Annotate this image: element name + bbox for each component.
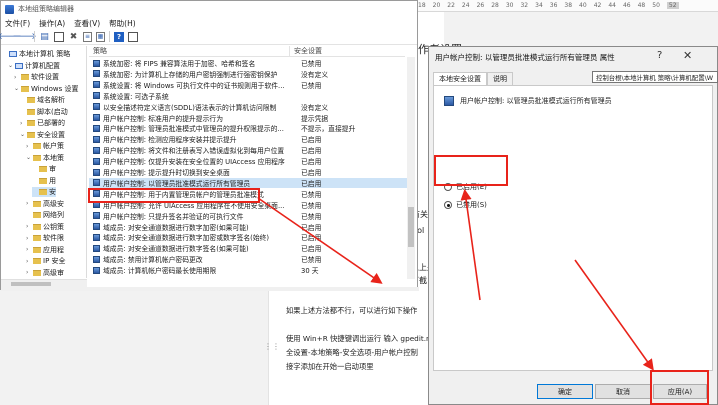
arrow-to-radio [460,188,481,301]
annotation-arrows [257,188,654,371]
arrow-to-apply [574,259,654,371]
arrow-to-properties [257,197,383,284]
